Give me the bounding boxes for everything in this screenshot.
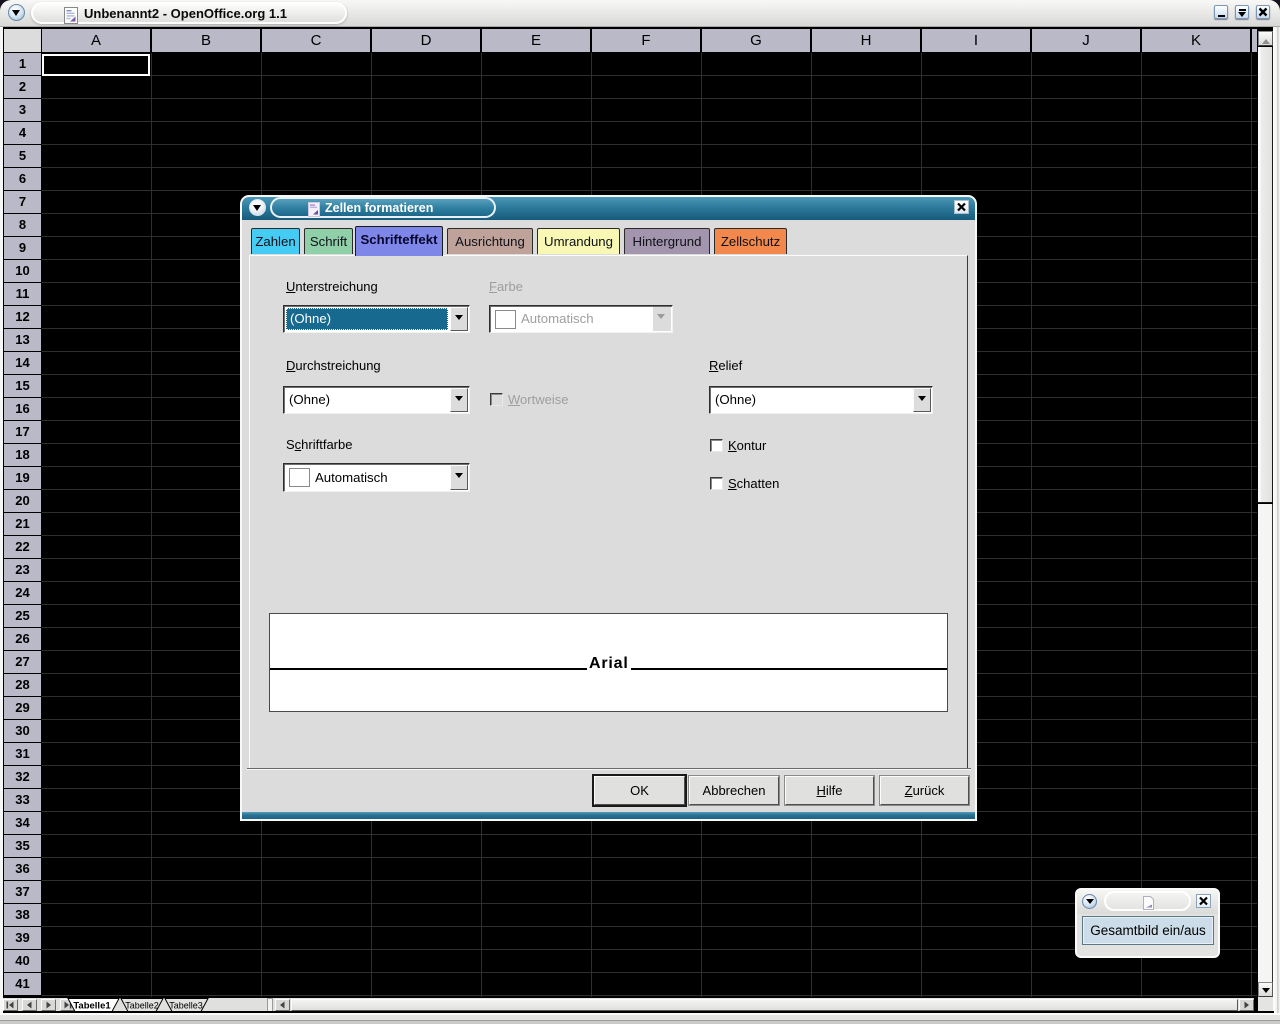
svg-text:Tabelle1: Tabelle1 <box>73 1001 111 1012</box>
svg-text:Tabelle2: Tabelle2 <box>125 1001 159 1011</box>
svg-text:Tabelle3: Tabelle3 <box>169 1001 203 1011</box>
